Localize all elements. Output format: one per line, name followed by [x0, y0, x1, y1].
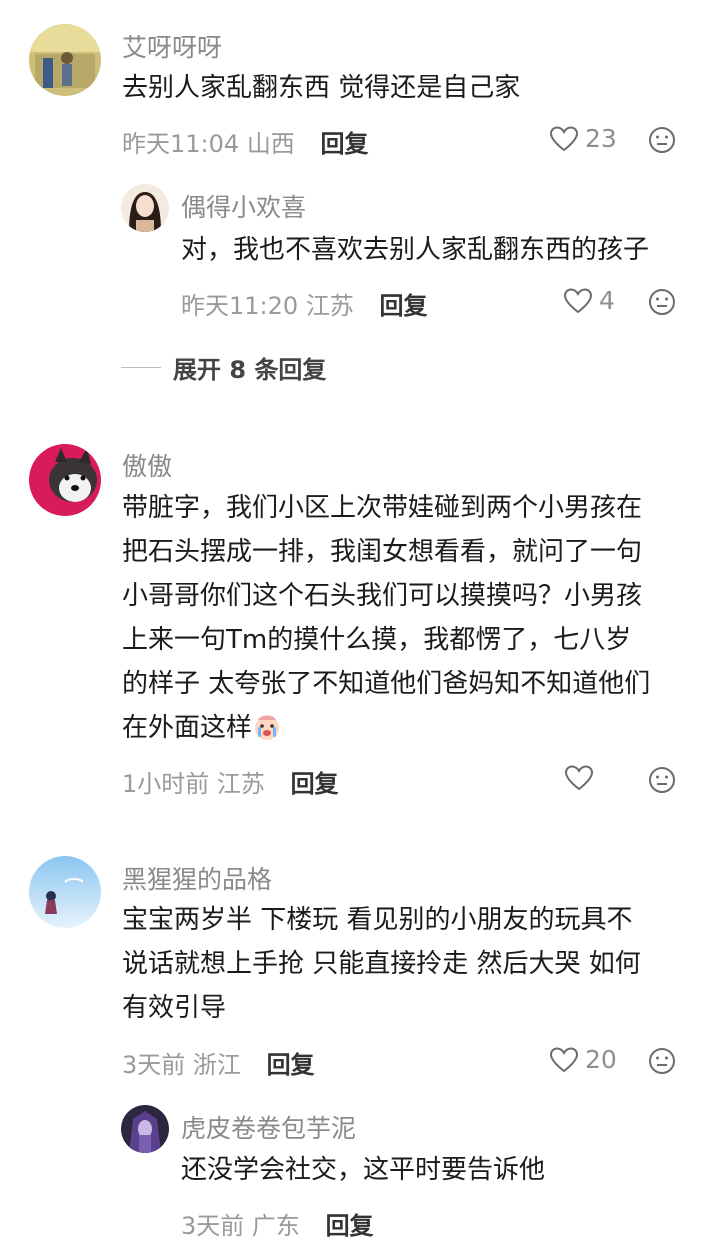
username[interactable]: 艾呀呀呀	[122, 28, 222, 64]
comment-meta: 1小时前 江苏 回复	[122, 764, 339, 799]
heart-outline-icon	[563, 287, 593, 313]
location: 广东	[251, 1212, 300, 1240]
avatar[interactable]	[29, 856, 101, 928]
dislike-button[interactable]	[648, 1047, 676, 1075]
heart-outline-icon	[549, 125, 579, 151]
avatar[interactable]	[121, 1105, 169, 1153]
comment-text-line: 带脏字，我们小区上次带娃碰到两个小男孩在	[122, 493, 643, 523]
timestamp: 3天前	[122, 1051, 186, 1079]
location: 山西	[246, 130, 295, 158]
comment-text-line: 宝宝两岁半 下楼玩 看见别的小朋友的玩具不	[122, 905, 633, 935]
heart-outline-icon	[564, 765, 594, 791]
timestamp: 3天前	[181, 1212, 245, 1240]
dislike-button[interactable]	[648, 288, 676, 316]
like-button[interactable]	[564, 764, 594, 792]
avatar[interactable]	[121, 184, 169, 232]
reply-button[interactable]: 回复	[379, 292, 427, 320]
comment-text-end: 在外面这样	[122, 713, 253, 743]
like-button[interactable]: 23	[549, 124, 617, 153]
reply-button[interactable]: 回复	[267, 1051, 315, 1079]
like-count: 23	[585, 124, 617, 153]
reply-button[interactable]: 回复	[320, 130, 368, 158]
comment-meta: 昨天11:04 山西 回复	[122, 124, 368, 159]
expand-replies-label: 展开 8 条回复	[173, 356, 327, 384]
location: 江苏	[216, 770, 265, 798]
reply-text: 还没学会社交，这平时要告诉他	[181, 1155, 546, 1185]
location: 江苏	[305, 292, 354, 320]
reply-meta: 3天前 广东 回复	[181, 1206, 374, 1241]
timestamp: 1小时前	[122, 770, 210, 798]
sad-face-icon	[649, 1048, 675, 1074]
like-count: 4	[599, 286, 615, 315]
expand-replies-button[interactable]: 展开 8 条回复	[121, 350, 326, 385]
timestamp: 昨天11:20	[181, 292, 299, 320]
comment-text-line: 上来一句Tm的摸什么摸，我都愣了，七八岁	[122, 625, 632, 655]
username[interactable]: 傲傲	[122, 447, 172, 483]
comment-meta: 3天前 浙江 回复	[122, 1045, 315, 1080]
comment-text-line: 说话就想上手抢 只能直接拎走 然后大哭 如何	[122, 949, 641, 979]
username[interactable]: 偶得小欢喜	[181, 188, 306, 224]
reply-text: 对，我也不喜欢去别人家乱翻东西的孩子	[181, 235, 650, 265]
reply-button[interactable]: 回复	[326, 1212, 374, 1240]
heart-outline-icon	[549, 1046, 579, 1072]
dislike-button[interactable]	[648, 126, 676, 154]
like-button[interactable]: 20	[549, 1045, 617, 1074]
sad-face-icon	[649, 767, 675, 793]
divider	[121, 367, 161, 368]
username[interactable]: 虎皮卷卷包芋泥	[181, 1109, 356, 1145]
crying-face-emoji	[252, 712, 282, 742]
sad-face-icon	[649, 127, 675, 153]
comment-text-line: 的样子 太夸张了不知道他们爸妈知不知道他们	[122, 669, 651, 699]
username[interactable]: 黑猩猩的品格	[122, 860, 272, 896]
comment-text-line: 有效引导	[122, 993, 227, 1023]
avatar[interactable]	[29, 444, 101, 516]
comment-text: 去别人家乱翻东西 觉得还是自己家	[122, 73, 521, 103]
comment-text-line: 把石头摆成一排，我闺女想看看，就问了一句	[122, 537, 643, 567]
reply-button[interactable]: 回复	[291, 770, 339, 798]
comment-text-line: 小哥哥你们这个石头我们可以摸摸吗？小男孩	[122, 581, 643, 611]
dislike-button[interactable]	[648, 766, 676, 794]
like-button[interactable]: 4	[563, 286, 615, 315]
like-count: 20	[585, 1045, 617, 1074]
sad-face-icon	[649, 289, 675, 315]
reply-meta: 昨天11:20 江苏 回复	[181, 286, 427, 321]
comment-text-line: 在外面这样	[122, 706, 282, 750]
timestamp: 昨天11:04	[122, 130, 240, 158]
location: 浙江	[192, 1051, 241, 1079]
avatar[interactable]	[29, 24, 101, 96]
